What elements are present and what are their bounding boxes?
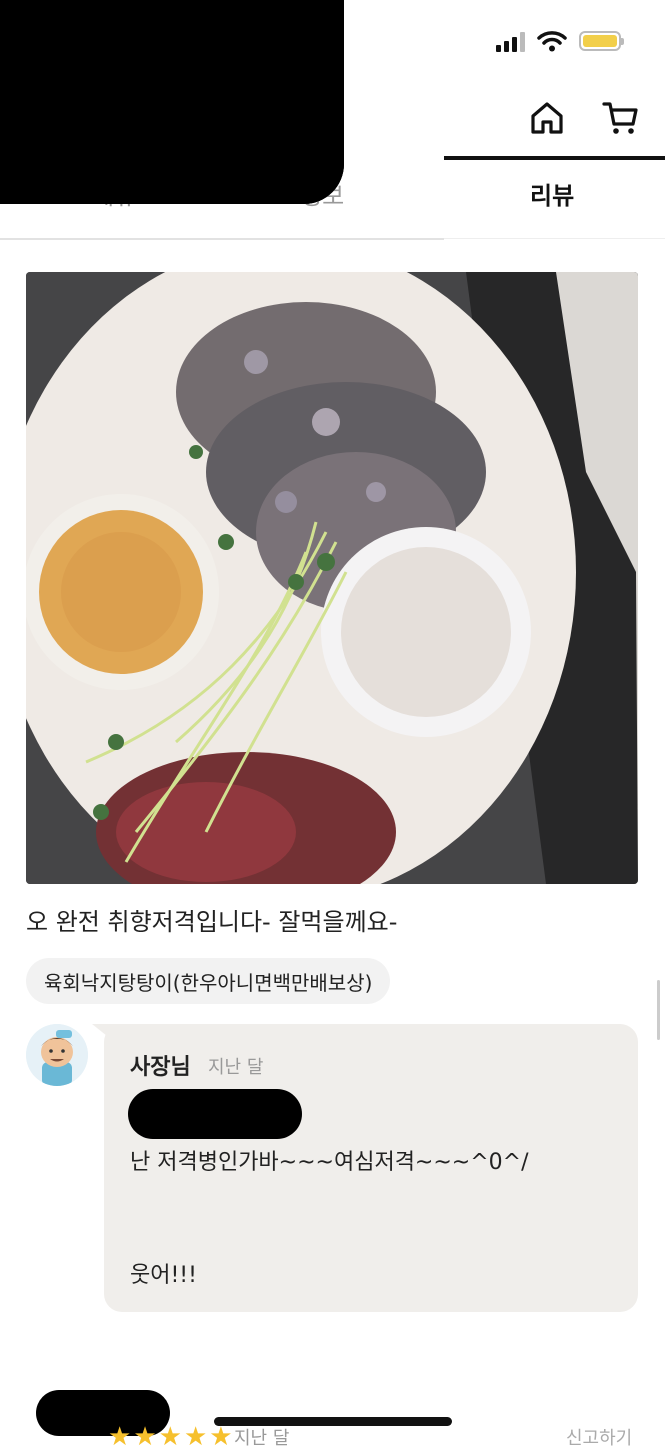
report-link[interactable]: 신고하기 <box>566 1424 632 1450</box>
active-tab-indicator <box>444 156 665 160</box>
tab-divider <box>0 238 444 240</box>
owner-reply-line-2: 웃어!!! <box>130 1263 197 1288</box>
star-icon: ★ <box>158 1422 182 1452</box>
star-icon: ★ <box>108 1422 132 1452</box>
owner-reply-date: 지난 달 <box>208 1057 264 1078</box>
redacted-area-reply <box>128 1089 302 1139</box>
rating-stars: ★ ★ ★ ★ ★ <box>108 1424 233 1450</box>
star-icon: ★ <box>183 1422 208 1452</box>
cart-icon[interactable] <box>601 98 641 138</box>
owner-character-icon <box>26 1024 88 1086</box>
food-photo <box>26 272 638 884</box>
status-bar <box>496 30 624 52</box>
wifi-icon <box>537 31 567 52</box>
owner-avatar <box>26 1024 88 1086</box>
owner-name: 사장님 <box>130 1055 191 1080</box>
star-icon: ★ <box>133 1422 157 1452</box>
scrollbar[interactable] <box>657 980 660 1040</box>
star-icon: ★ <box>209 1422 233 1452</box>
owner-reply-line-1: 난 저격병인가바~~~여심저격~~~^0^/ <box>130 1150 529 1175</box>
next-review-date: 지난 달 <box>234 1428 290 1449</box>
tab-review[interactable]: 리뷰 <box>530 176 574 211</box>
battery-icon <box>579 31 624 51</box>
header-actions <box>527 98 641 138</box>
cellular-signal-icon <box>496 30 525 52</box>
ordered-menu-chip[interactable]: 육회낙지탕탕이(한우아니면백만배보상) <box>26 958 391 1004</box>
home-icon[interactable] <box>527 98 567 138</box>
redacted-area-tabs <box>0 150 344 204</box>
review-text: 오 완전 취향저격입니다- 잘먹을께요- <box>26 908 398 936</box>
home-indicator[interactable] <box>214 1417 452 1426</box>
tab-divider-right <box>444 238 665 239</box>
review-photo[interactable] <box>26 272 638 884</box>
